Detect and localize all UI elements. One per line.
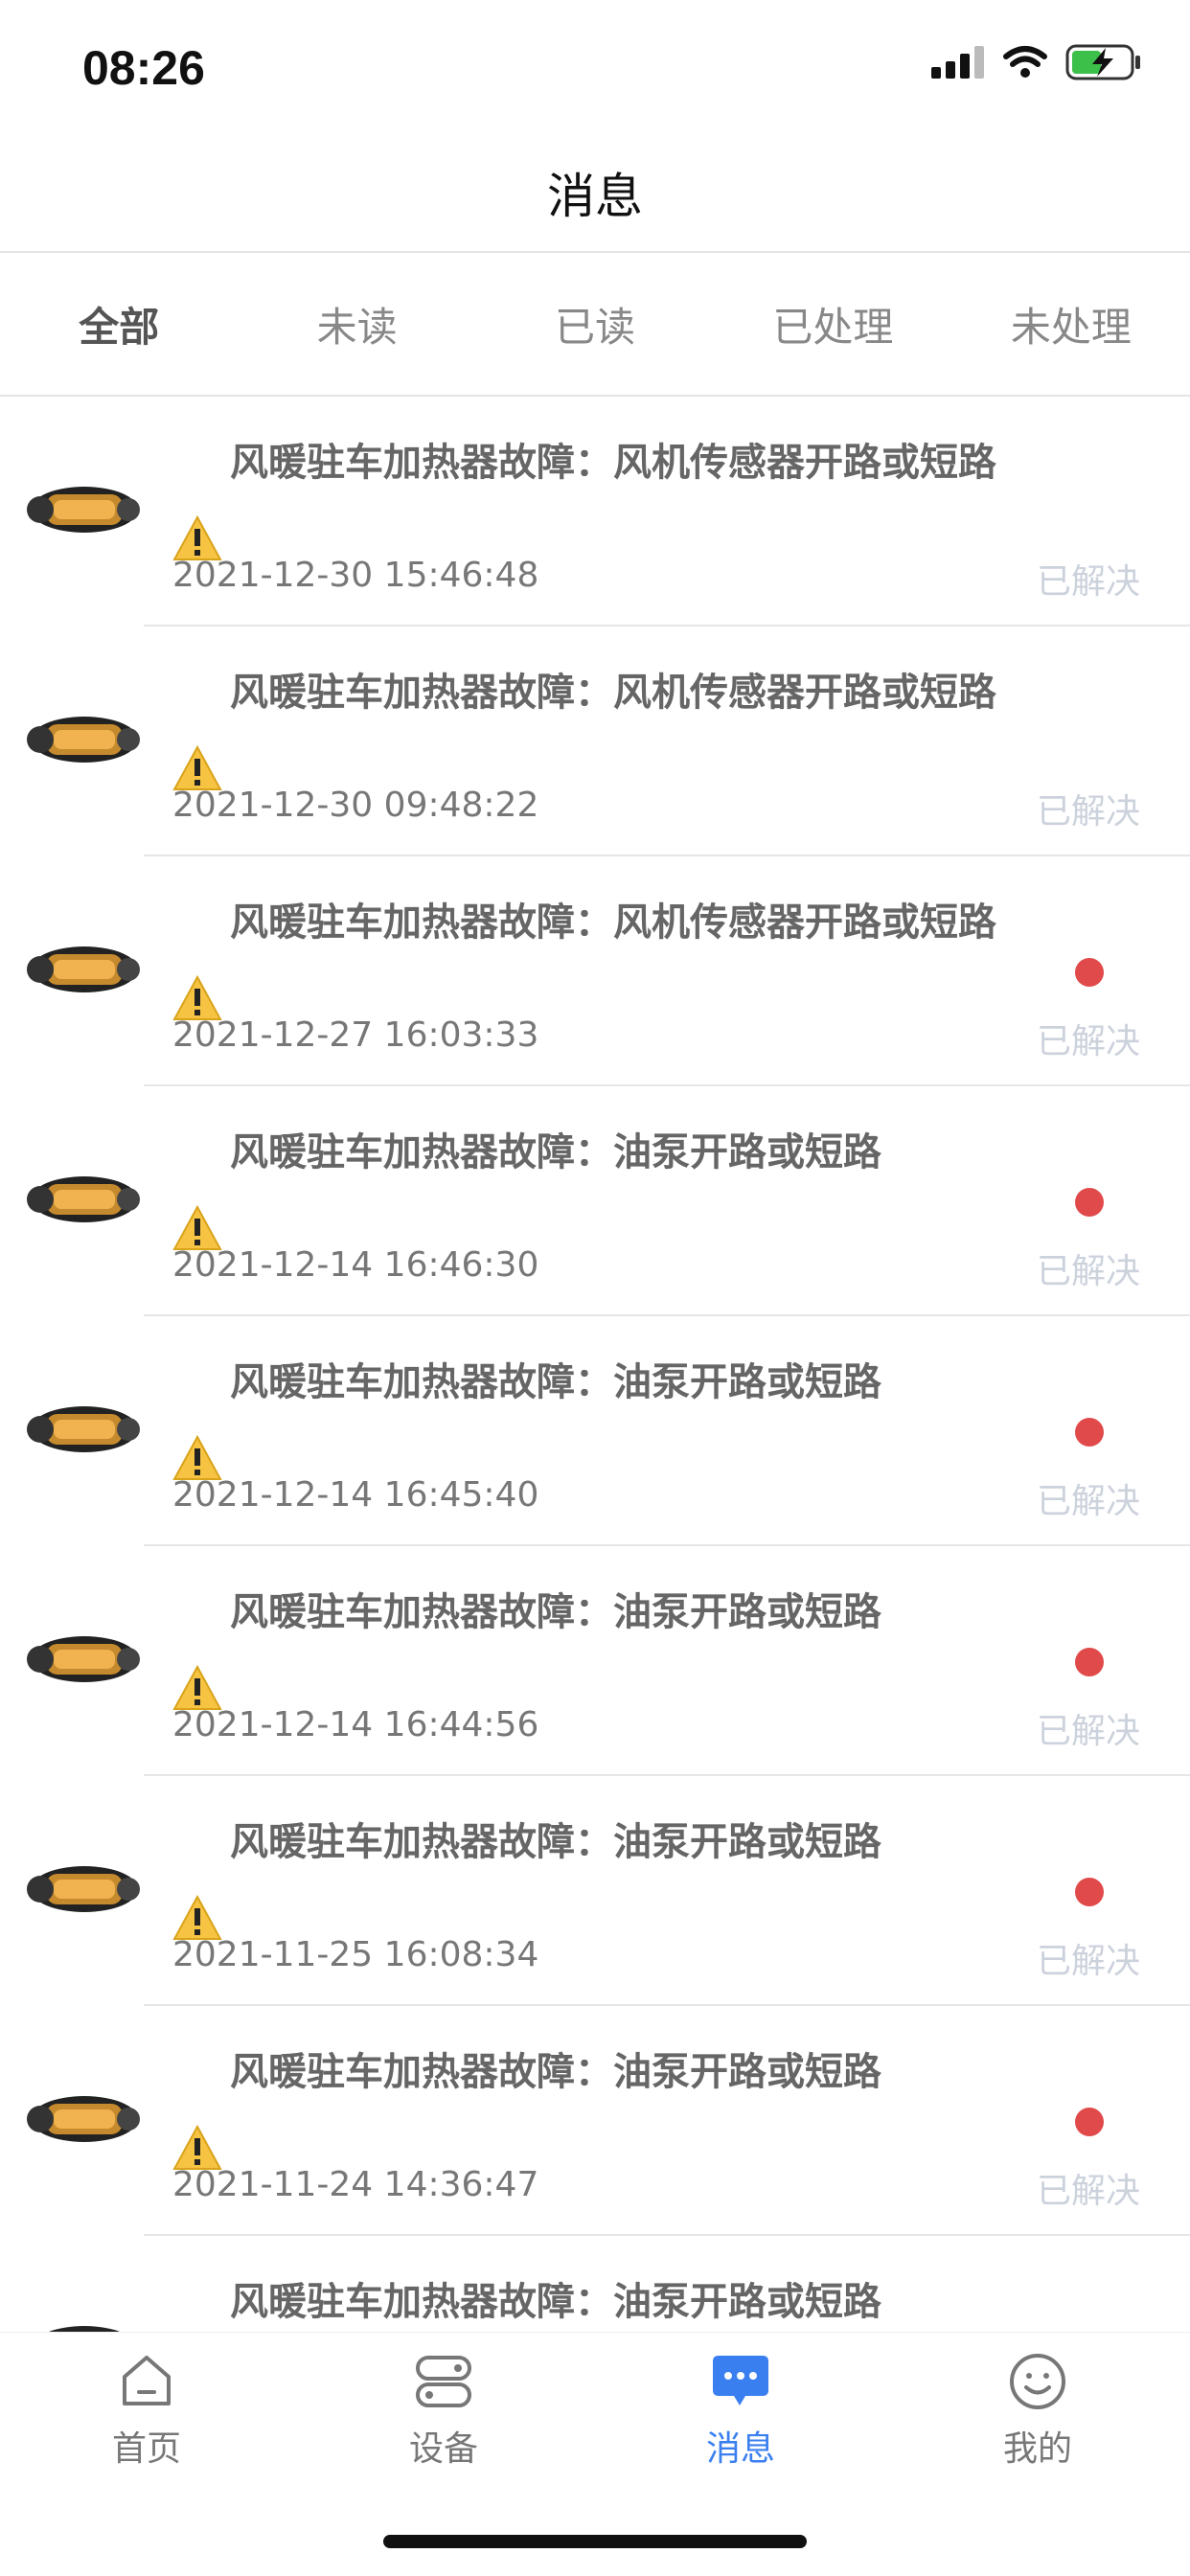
heater-thumbnail-icon: [27, 2096, 140, 2142]
message-title: 风暖驻车加热器故障：风机传感器开路或短路: [230, 900, 996, 945]
page-title: 消息: [547, 169, 643, 224]
status-icons: [931, 44, 1142, 80]
message-row[interactable]: 风暖驻车加热器故障：风机传感器开路或短路 2021-12-30 15:46:48…: [27, 397, 1190, 627]
message-row[interactable]: 风暖驻车加热器故障：油泵开路或短路 2021-11-24 14:36:47 已解…: [27, 2006, 1190, 2236]
message-time: 2021-11-24 14:36:47: [172, 2165, 539, 2204]
message-time: 2021-12-30 15:46:48: [172, 556, 539, 595]
warning-icon: [172, 2125, 222, 2170]
tab-unprocessed[interactable]: 未处理: [952, 253, 1190, 395]
tabbar-label: 设备: [408, 2429, 478, 2469]
status-label: 已解决: [1036, 1022, 1140, 1061]
tabbar-label: 首页: [111, 2429, 181, 2469]
message-row[interactable]: 风暖驻车加热器故障：风机传感器开路或短路 2021-12-27 16:03:33…: [27, 856, 1190, 1086]
tabbar-label: 我的: [1002, 2429, 1072, 2469]
profile-icon: [1010, 2354, 1065, 2409]
message-time: 2021-12-14 16:45:40: [172, 1475, 539, 1515]
warning-icon: [172, 1665, 222, 1710]
message-title: 风暖驻车加热器故障：油泵开路或短路: [230, 2280, 881, 2324]
message-list[interactable]: 风暖驻车加热器故障：风机传感器开路或短路 2021-12-30 15:46:48…: [0, 397, 1190, 2332]
status-label: 已解决: [1036, 562, 1140, 602]
warning-icon: [172, 1205, 222, 1250]
message-title: 风暖驻车加热器故障：风机传感器开路或短路: [230, 441, 996, 485]
message-title: 风暖驻车加热器故障：油泵开路或短路: [230, 1820, 881, 1864]
message-time: 2021-12-14 16:44:56: [172, 1705, 539, 1744]
message-row[interactable]: 风暖驻车加热器故障：油泵开路或短路 2021-11-25 16:08:34 已解…: [27, 1776, 1190, 2006]
home-icon: [123, 2356, 171, 2405]
tabbar-device[interactable]: 设备: [348, 2352, 539, 2471]
tab-all[interactable]: 全部: [0, 253, 238, 395]
message-title: 风暖驻车加热器故障：风机传感器开路或短路: [230, 671, 996, 715]
message-row[interactable]: 风暖驻车加热器故障：油泵开路或短路 2021-12-14 16:46:30 已解…: [27, 1086, 1190, 1316]
cellular-signal-icon: [931, 46, 984, 79]
unread-dot: [1075, 958, 1104, 987]
tab-read[interactable]: 已读: [476, 253, 714, 395]
device-icon: [416, 2356, 471, 2407]
message-title: 风暖驻车加热器故障：油泵开路或短路: [230, 1590, 881, 1634]
status-bar: 08:26: [0, 0, 1190, 134]
heater-thumbnail-icon: [27, 946, 140, 992]
heater-thumbnail-icon: [27, 1406, 140, 1452]
message-row[interactable]: 风暖驻车加热器故障：风机传感器开路或短路 2021-12-30 09:48:22…: [27, 627, 1190, 856]
wifi-icon: [1003, 46, 1047, 78]
message-title: 风暖驻车加热器故障：油泵开路或短路: [230, 2050, 881, 2094]
battery-charging-icon: [1065, 44, 1140, 80]
unread-dot: [1075, 1878, 1104, 1906]
heater-thumbnail-icon: [27, 487, 140, 533]
status-label: 已解决: [1036, 1942, 1140, 1981]
message-title: 风暖驻车加热器故障：油泵开路或短路: [230, 1360, 881, 1404]
message-row[interactable]: 风暖驻车加热器故障：油泵开路或短路: [48, 2236, 1190, 2332]
heater-thumbnail-icon: [27, 1866, 140, 1912]
unread-dot: [1075, 1188, 1104, 1217]
message-icon: [713, 2356, 768, 2405]
status-label: 已解决: [1036, 1252, 1140, 1291]
unread-dot: [1075, 1648, 1104, 1676]
unread-dot: [1075, 1418, 1104, 1447]
tabbar-label: 消息: [705, 2429, 775, 2469]
tabbar-profile[interactable]: 我的: [942, 2352, 1133, 2471]
heater-thumbnail-icon: [27, 1176, 140, 1222]
message-row[interactable]: 风暖驻车加热器故障：油泵开路或短路 2021-12-14 16:44:56 已解…: [27, 1546, 1190, 1776]
tabbar-message[interactable]: 消息: [645, 2352, 836, 2471]
title-bar: 消息: [0, 134, 1190, 253]
tabbar-home[interactable]: 首页: [51, 2352, 242, 2471]
message-row[interactable]: 风暖驻车加热器故障：油泵开路或短路 2021-12-14 16:45:40 已解…: [27, 1316, 1190, 1546]
status-label: 已解决: [1036, 1712, 1140, 1751]
message-time: 2021-12-27 16:03:33: [172, 1015, 539, 1055]
unread-dot: [1075, 2108, 1104, 2136]
warning-icon: [172, 515, 222, 560]
message-time: 2021-12-30 09:48:22: [172, 786, 539, 825]
message-time: 2021-12-14 16:46:30: [172, 1245, 539, 1285]
filter-tabs: 全部 未读 已读 已处理 未处理: [0, 253, 1190, 397]
status-time: 08:26: [82, 41, 205, 95]
heater-thumbnail-icon: [48, 2326, 121, 2332]
heater-thumbnail-icon: [27, 717, 140, 763]
warning-icon: [172, 1435, 222, 1480]
status-label: 已解决: [1036, 2172, 1140, 2211]
message-title: 风暖驻车加热器故障：油泵开路或短路: [230, 1130, 881, 1174]
status-label: 已解决: [1036, 792, 1140, 832]
home-indicator: [383, 2535, 807, 2548]
message-time: 2021-11-25 16:08:34: [172, 1935, 539, 1974]
status-label: 已解决: [1036, 1482, 1140, 1521]
warning-icon: [172, 975, 222, 1020]
tab-processed[interactable]: 已处理: [714, 253, 951, 395]
warning-icon: [172, 1895, 222, 1940]
warning-icon: [172, 745, 222, 790]
heater-thumbnail-icon: [27, 1636, 140, 1682]
tab-unread[interactable]: 未读: [238, 253, 475, 395]
